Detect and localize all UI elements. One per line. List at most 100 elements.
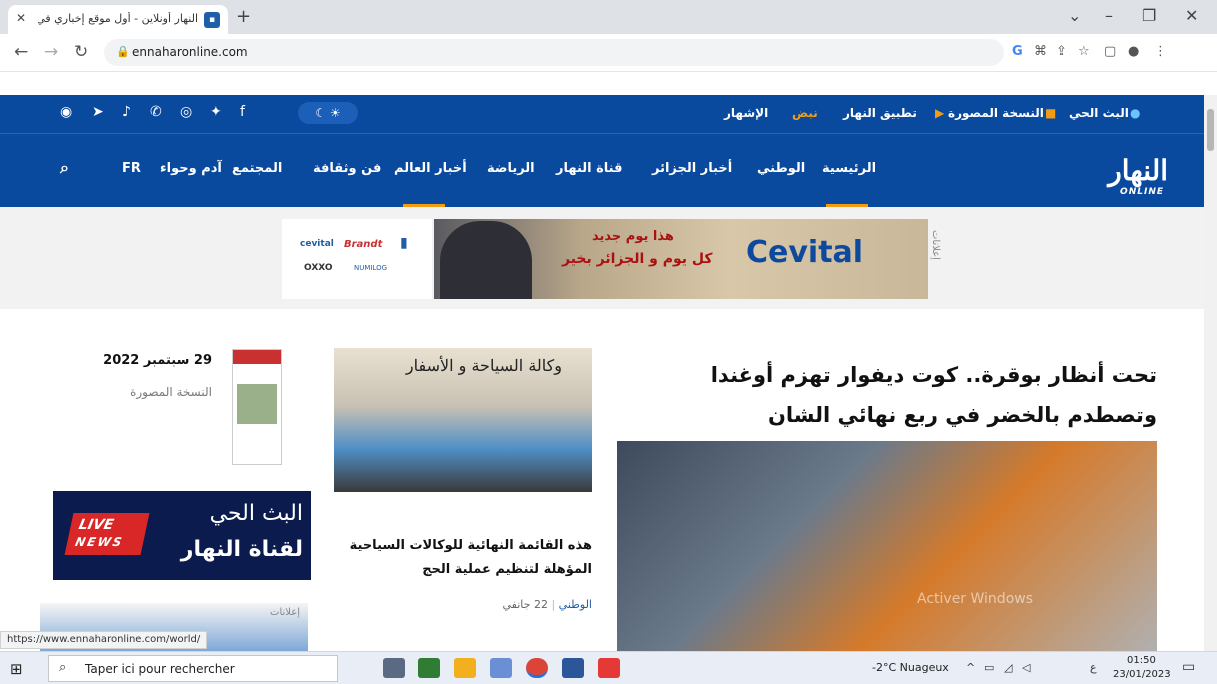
browser-tab[interactable]: ▪ النهار أونلاين - أول موقع إخباري في ✕	[8, 5, 228, 34]
newspaper-thumbnail[interactable]	[232, 349, 282, 465]
windows-start-icon[interactable]: ⊞	[10, 660, 23, 678]
main-article-image[interactable]: Activer Windows	[617, 441, 1157, 651]
nav-item-home[interactable]: الرئيسية	[822, 161, 876, 176]
paper-label[interactable]: النسخة المصورة	[130, 385, 212, 399]
new-tab-icon[interactable]: +	[236, 6, 251, 27]
side-panel-icon[interactable]: ▢	[1104, 44, 1116, 59]
tab-title: النهار أونلاين - أول موقع إخباري في	[38, 12, 198, 25]
main-headline[interactable]: تحت أنظار بوقرة.. كوت ديفوار تهزم أوغندا…	[637, 355, 1157, 435]
agency-sign: وكالة السياحة و الأسفار	[405, 356, 562, 375]
topbar-ads[interactable]: الإشهار	[724, 106, 768, 120]
store-icon[interactable]	[418, 658, 440, 678]
nav-item-adam[interactable]: آدم وحواء	[160, 161, 222, 176]
ad-brand-brandt: Brandt	[344, 239, 383, 250]
side-article-date: 22 جانفي	[502, 598, 548, 611]
battery-icon[interactable]: ▭	[984, 661, 994, 674]
browser-toolbar: ← → ↻ 🔒 ennaharonline.com G ⌘ ⇪ ☆ ▢ ● ⋮	[0, 34, 1217, 72]
theme-toggle[interactable]: ☾ ☀	[298, 102, 358, 124]
translate-icon[interactable]: ⌘	[1034, 44, 1047, 59]
notification-icon[interactable]: ▭	[1182, 659, 1195, 675]
nav-item-algeria[interactable]: أخبار الجزائر	[652, 161, 732, 176]
forward-icon[interactable]: →	[44, 42, 58, 62]
share-icon[interactable]: ⇪	[1056, 44, 1067, 59]
live-tv-banner[interactable]: LIVE NEWS البث الحي لقناة النهار	[53, 491, 311, 580]
minimize-icon[interactable]: –	[1105, 6, 1113, 25]
newspaper-photo	[237, 384, 277, 424]
live-banner-subtitle: لقناة النهار	[180, 537, 303, 562]
clock-time[interactable]: 01:50	[1127, 655, 1156, 666]
file-explorer-icon[interactable]	[454, 658, 476, 678]
topbar-paper[interactable]: النسخة المصورة	[948, 106, 1044, 120]
close-window-icon[interactable]: ✕	[1185, 6, 1198, 25]
volume-icon[interactable]: ◁	[1022, 661, 1030, 674]
topbar-app[interactable]: تطبيق النهار	[843, 106, 917, 120]
scrollbar-thumb[interactable]	[1207, 109, 1214, 151]
browser-tab-bar: ▪ النهار أونلاين - أول موقع إخباري في ✕ …	[0, 0, 1217, 34]
reload-icon[interactable]: ↻	[74, 42, 88, 62]
search-icon: ⌕	[59, 660, 67, 675]
task-view-icon[interactable]	[383, 658, 405, 678]
chevron-down-icon[interactable]: ⌄	[1068, 6, 1081, 25]
facebook-icon[interactable]: f	[240, 104, 245, 120]
windows-taskbar: ⊞ ⌕ Taper ici pour rechercher -2°C Nuage…	[0, 651, 1217, 684]
page-scrollbar[interactable]	[1204, 95, 1217, 651]
restore-icon[interactable]: ❐	[1142, 6, 1156, 25]
status-bar-url: https://www.ennaharonline.com/world/	[0, 631, 208, 649]
nav-item-sports[interactable]: الرياضة	[487, 161, 535, 176]
topbar-live[interactable]: البث الحي	[1069, 106, 1129, 120]
site-logo[interactable]: النهار	[1108, 154, 1168, 187]
telegram-icon[interactable]: ➤	[92, 104, 104, 120]
tiktok-icon[interactable]: ♪	[122, 104, 131, 120]
side-article-meta: الوطني | 22 جانفي	[502, 598, 593, 611]
ad-banner[interactable]: هذا يوم جديد كل يوم و الجزائر بخير Cevit…	[434, 219, 928, 299]
ad-brands-box[interactable]: cevital Brandt ▮ OXXO NUMILOG	[282, 219, 432, 299]
rss-icon[interactable]: ◉	[60, 104, 72, 120]
side-article-category[interactable]: الوطني	[559, 598, 592, 611]
paper-date: 29 سبتمبر 2022	[103, 353, 212, 368]
nav-item-national[interactable]: الوطني	[757, 161, 805, 176]
topbar-nabad[interactable]: نبض	[792, 106, 818, 120]
twitter-icon[interactable]: ✦	[210, 104, 222, 120]
language-icon[interactable]: ع	[1090, 661, 1097, 674]
side-article-title[interactable]: هذه القائمة النهائية للوكالات السياحية ا…	[334, 534, 592, 582]
instagram-icon[interactable]: ◎	[180, 104, 192, 120]
ads-box-label: إعلانات	[270, 607, 300, 618]
viber-icon[interactable]: ✆	[150, 104, 162, 120]
weather-widget[interactable]: -2°C Nuageux	[872, 661, 949, 674]
main-navigation: ⌕ FR آدم وحواء المجتمع فن وثقافة أخبار ا…	[0, 133, 1204, 208]
chrome-icon[interactable]	[526, 658, 548, 678]
taskbar-search[interactable]: ⌕ Taper ici pour rechercher	[48, 655, 338, 682]
nav-item-world[interactable]: أخبار العالم	[394, 161, 467, 176]
clock-date[interactable]: 23/01/2023	[1113, 669, 1171, 680]
ad-brand-icon: ▮	[400, 235, 408, 251]
tray-chevron-icon[interactable]: ^	[966, 661, 975, 674]
address-url: ennaharonline.com	[132, 45, 248, 59]
live-news-badge: LIVE NEWS	[64, 513, 150, 555]
menu-icon[interactable]: ⋮	[1154, 44, 1167, 59]
news-badge-text: NEWS	[73, 535, 125, 549]
ad-brand-numilog: NUMILOG	[354, 264, 388, 272]
google-icon[interactable]: G	[1012, 44, 1023, 59]
site-topbar: ◉ ➤ ♪ ✆ ◎ ✦ f ☾ ☀ الإشهار نبض تطبيق النه…	[0, 95, 1204, 133]
nav-item-culture[interactable]: فن وثقافة	[313, 161, 381, 176]
pdf-icon[interactable]	[598, 658, 620, 678]
nav-item-society[interactable]: المجتمع	[232, 161, 282, 176]
close-tab-icon[interactable]: ✕	[16, 11, 26, 25]
side-article-image[interactable]: وكالة السياحة و الأسفار	[334, 348, 592, 492]
ad-line2: كل يوم و الجزائر بخير	[562, 251, 713, 267]
profile-icon[interactable]: ●	[1128, 44, 1139, 59]
word-icon[interactable]	[562, 658, 584, 678]
back-icon[interactable]: ←	[14, 42, 28, 62]
bookmark-star-icon[interactable]: ☆	[1078, 44, 1090, 59]
windows-activation-watermark: Activer Windows	[917, 591, 1034, 607]
address-bar[interactable]: 🔒 ennaharonline.com	[104, 39, 1004, 66]
live-badge-text: LIVE	[77, 517, 116, 533]
network-icon[interactable]: ◿	[1004, 661, 1012, 674]
nav-item-fr[interactable]: FR	[122, 161, 141, 176]
search-icon[interactable]: ⌕	[60, 158, 69, 178]
ad-person-image	[440, 221, 532, 299]
nav-item-channel[interactable]: قناة النهار	[556, 161, 623, 176]
app-icon[interactable]	[490, 658, 512, 678]
ad-brand-oxxo: OXXO	[304, 263, 333, 273]
newspaper-header-bar	[233, 350, 281, 364]
